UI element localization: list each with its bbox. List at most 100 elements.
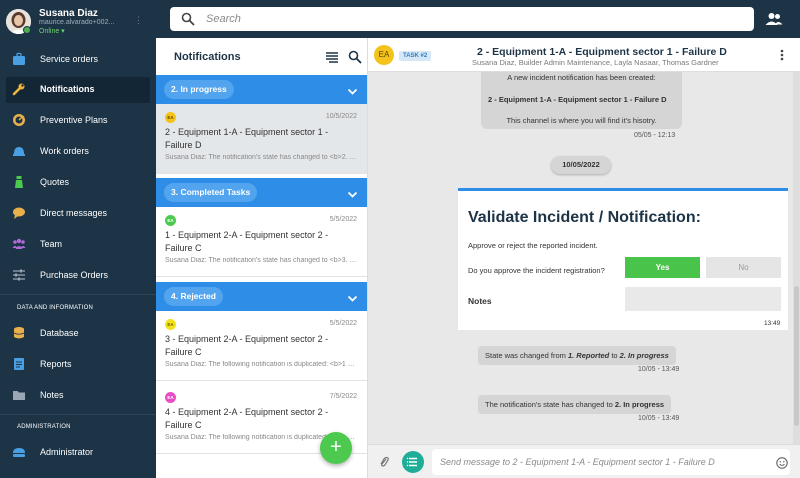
message-composer (368, 444, 800, 478)
hardhat-icon (12, 144, 26, 158)
item-date: 5/5/2022 (329, 216, 357, 223)
chat-panel: EA TASK #2 2 - Equipment 1-A - Equipment… (368, 38, 800, 478)
section-title-data: DATA AND INFORMATION (17, 305, 94, 311)
chevron-down-icon (347, 84, 358, 95)
list-view-icon[interactable] (325, 50, 339, 64)
gauge-icon (12, 113, 26, 127)
search-input[interactable] (206, 10, 726, 28)
item-title: 3 - Equipment 2-A - Equipment sector 2 -… (165, 334, 329, 357)
item-date: 7/5/2022 (329, 393, 357, 400)
notification-item[interactable]: EA 10/5/2022 2 - Equipment 1-A - Equipme… (156, 104, 367, 174)
group-label: 4. Rejected (164, 287, 223, 306)
templates-list-button[interactable] (402, 451, 424, 473)
chevron-down-icon (347, 187, 358, 198)
assignee-badge: EA (165, 319, 176, 330)
message-time: 10/05 - 13:49 (638, 366, 680, 373)
sidebar-item-label: Administrator (40, 447, 94, 457)
page-title: Notifications (174, 51, 241, 63)
chat-members: Susana Diaz, Builder Admin Maintenance, … (472, 58, 719, 67)
scrollbar-thumb[interactable] (794, 286, 799, 426)
group-label: 2. In progress (164, 80, 234, 99)
sidebar-item-label: Team (40, 239, 63, 249)
attach-icon[interactable] (378, 456, 390, 469)
briefcase-icon (12, 52, 26, 66)
sidebar-item-label: Service orders (40, 54, 99, 64)
sidebar-item-direct-messages[interactable]: Direct messages (0, 199, 156, 228)
group-header-rejected[interactable]: 4. Rejected (156, 282, 367, 311)
yes-button[interactable]: Yes (625, 257, 700, 278)
search-icon[interactable] (348, 50, 362, 64)
notification-item[interactable]: EA 5/5/2022 1 - Equipment 2-A - Equipmen… (156, 207, 367, 277)
sidebar-item-purchase-orders[interactable]: Purchase Orders (0, 261, 156, 290)
assignee-badge: EA (165, 112, 176, 123)
card-description: Approve or reject the reported incident. (468, 241, 598, 250)
message-input[interactable] (440, 453, 765, 471)
search-bar (170, 7, 754, 31)
notes-label: Notes (468, 296, 492, 306)
no-button[interactable]: No (706, 257, 781, 278)
user-status-dropdown[interactable]: Online ▾ (39, 27, 65, 35)
sidebar-item-database[interactable]: Database (0, 319, 156, 348)
sidebar-item-label: Direct messages (40, 208, 108, 218)
sidebar-item-work-orders[interactable]: Work orders (0, 137, 156, 166)
sidebar-item-notifications[interactable]: Notifications (0, 75, 156, 104)
sidebar-item-quotes[interactable]: Quotes (0, 168, 156, 197)
item-preview: Susana Diaz: The notification's state ha… (165, 257, 357, 264)
message-text: A new incident notification has been cre… (507, 73, 656, 82)
item-date: 10/5/2022 (325, 113, 357, 120)
notification-item[interactable]: EA 5/5/2022 3 - Equipment 2-A - Equipmen… (156, 311, 367, 381)
user-menu-icon[interactable]: ⋮ (134, 13, 143, 27)
card-question: Do you approve the incident registration… (468, 266, 605, 275)
sidebar-item-team[interactable]: Team (0, 230, 156, 259)
notes-field[interactable] (625, 287, 781, 311)
add-notification-button[interactable]: + (320, 432, 352, 464)
chat-title: 2 - Equipment 1-A - Equipment sector 1 -… (477, 46, 727, 58)
top-bar (156, 0, 800, 38)
sidebar-item-label: Quotes (40, 177, 70, 187)
sidebar-item-notes[interactable]: Notes (0, 381, 156, 410)
online-status-dot (23, 26, 31, 34)
sidebar-item-label: Work orders (40, 146, 89, 156)
sidebar-divider (0, 414, 156, 415)
section-title-admin: ADMINISTRATION (17, 424, 71, 430)
people-icon[interactable] (764, 9, 784, 29)
item-preview: Susana Diaz: The notification's state ha… (165, 154, 357, 161)
sidebar-item-preventive-plans[interactable]: Preventive Plans (0, 106, 156, 135)
database-icon (12, 326, 26, 340)
group-header-completed-tasks[interactable]: 3. Completed Tasks (156, 178, 367, 207)
date-separator: 10/05/2022 (551, 156, 611, 174)
avatar: EA (374, 45, 394, 65)
validation-card: Validate Incident / Notification: Approv… (458, 188, 788, 330)
sidebar-item-administrator[interactable]: Administrator (0, 438, 156, 467)
sidebar: Susana Diaz maurice.alvarado+002... Onli… (0, 0, 156, 478)
search-icon (181, 12, 195, 26)
message-time: 05/05 - 12:13 (634, 132, 676, 139)
item-preview: Susana Diaz: The following notification … (165, 361, 357, 368)
sidebar-item-label: Purchase Orders (40, 270, 109, 280)
sidebar-item-label: Notifications (40, 84, 95, 94)
folder-icon (12, 388, 26, 402)
item-title: 2 - Equipment 1-A - Equipment sector 1 -… (165, 127, 329, 150)
message-text: 2 - Equipment 1-A - Equipment sector 1 -… (488, 95, 667, 104)
message-text: This channel is where you will find it's… (506, 116, 657, 125)
card-title: Validate Incident / Notification: (468, 209, 701, 226)
flask-icon (12, 175, 26, 189)
sidebar-item-label: Database (40, 328, 79, 338)
report-icon (12, 357, 26, 371)
user-email: maurice.alvarado+002... (39, 19, 115, 26)
sidebar-item-label: Notes (40, 390, 64, 400)
group-header-in-progress[interactable]: 2. In progress (156, 75, 367, 104)
sidebar-item-reports[interactable]: Reports (0, 350, 156, 379)
user-profile[interactable]: Susana Diaz maurice.alvarado+002... Onli… (0, 0, 156, 40)
team-icon (12, 237, 26, 251)
chat-bubble-icon (12, 206, 26, 220)
emoji-icon[interactable] (776, 456, 788, 469)
more-vert-icon[interactable] (775, 48, 789, 62)
sidebar-item-service-orders[interactable]: Service orders (0, 45, 156, 74)
notifications-header: Notifications (156, 38, 367, 75)
sidebar-divider (0, 294, 156, 295)
message-box (432, 449, 790, 475)
state-change-message: State was changed from 1. Reported to 2.… (478, 346, 676, 365)
assignee-badge: EA (165, 215, 176, 226)
user-name: Susana Diaz (39, 8, 98, 19)
